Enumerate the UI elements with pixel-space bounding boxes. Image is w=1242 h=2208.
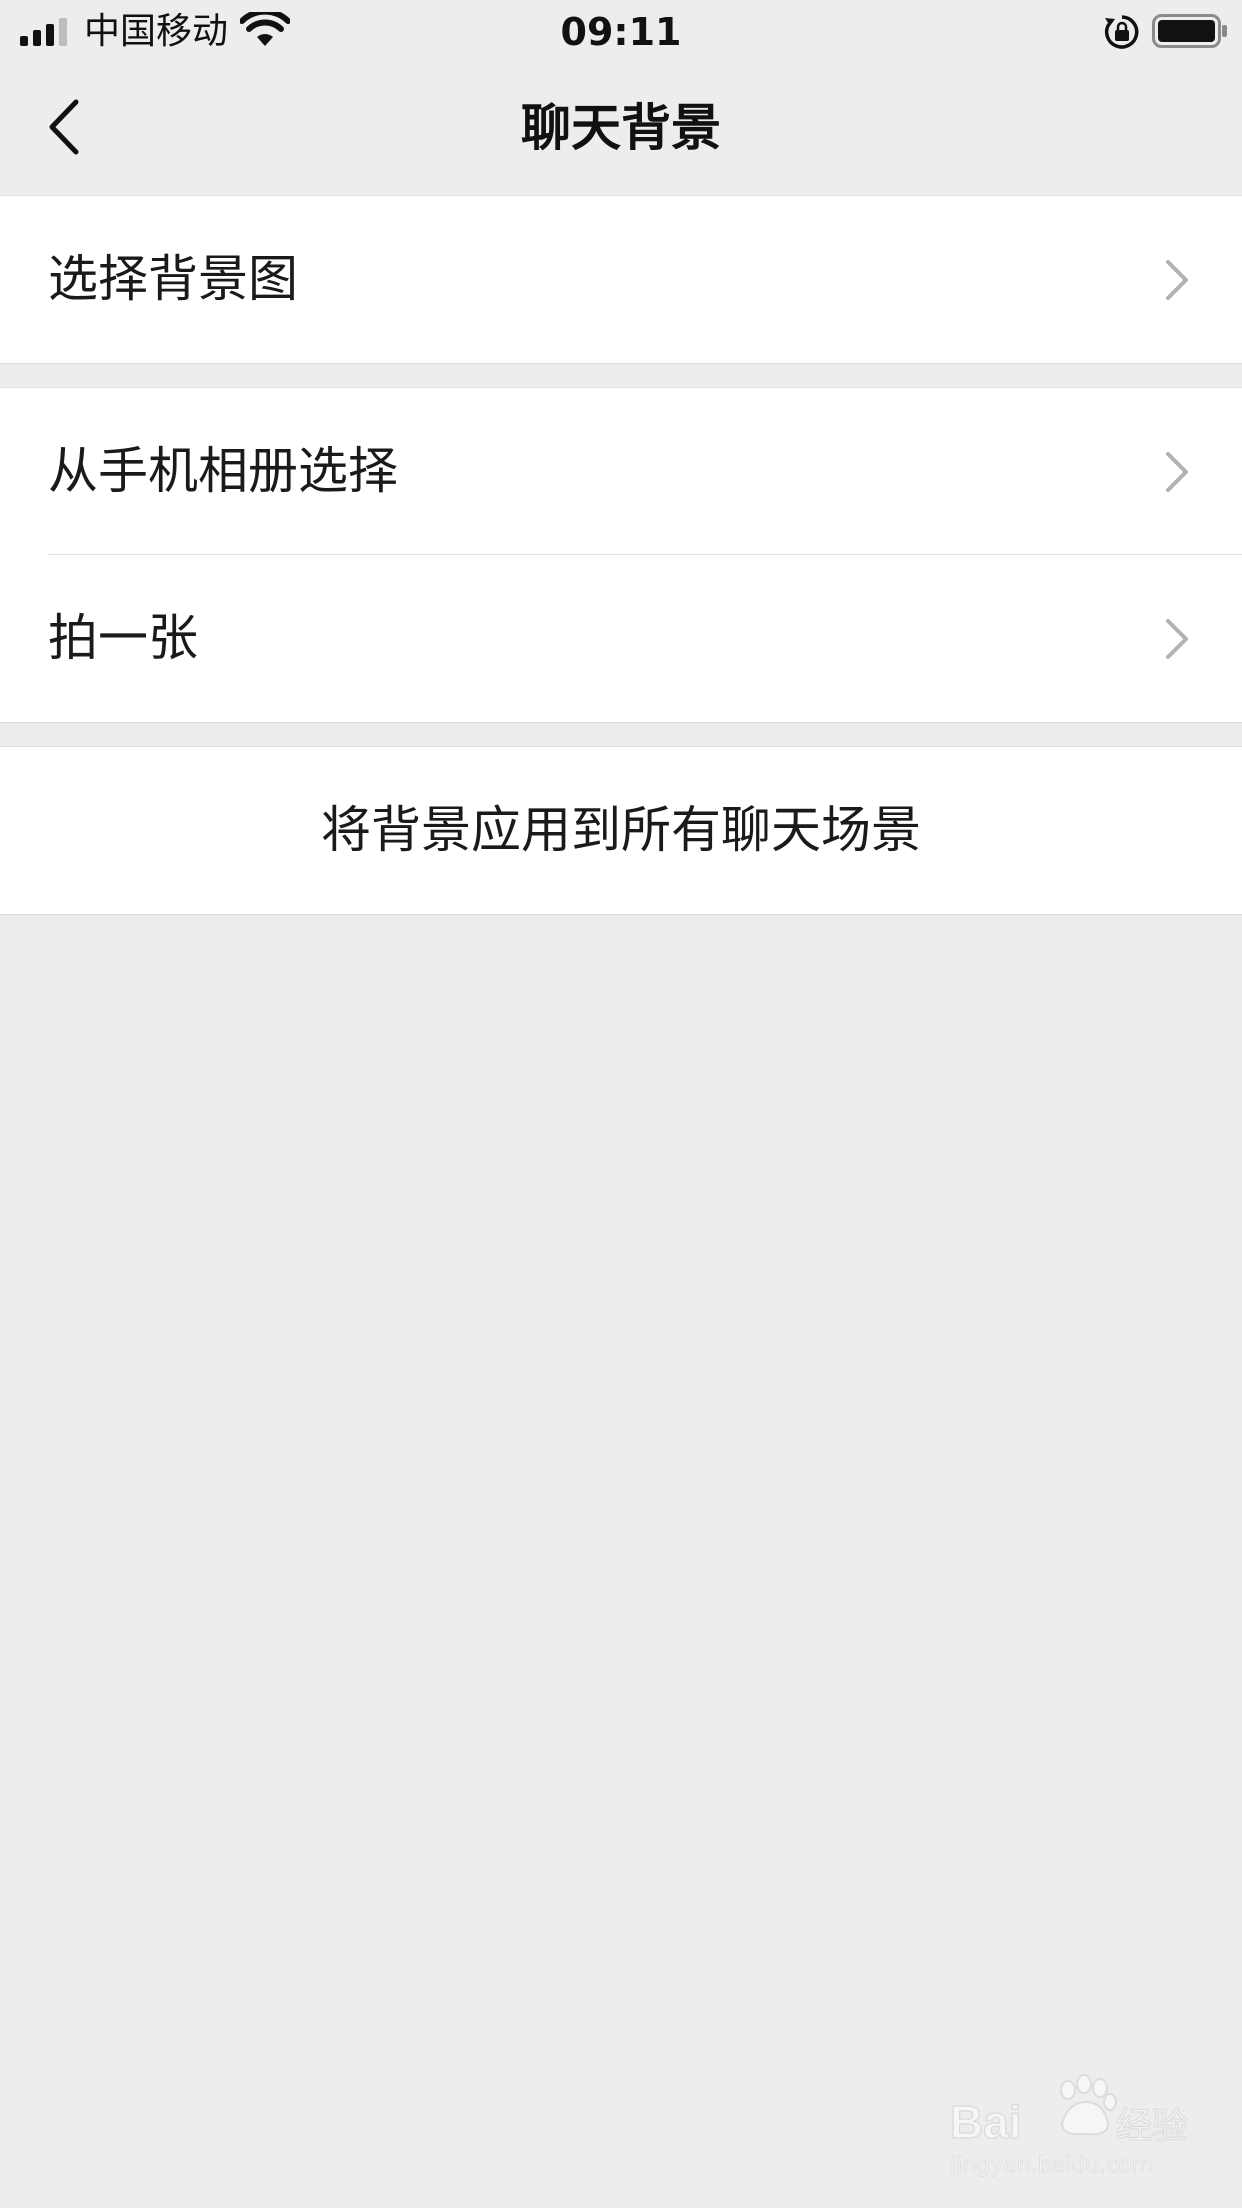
chevron-right-icon [1166, 452, 1188, 492]
chevron-right-icon [1166, 260, 1188, 300]
cell-label: 从手机相册选择 [48, 442, 398, 500]
select-background-image-cell[interactable]: 选择背景图 [0, 196, 1242, 363]
cell-label: 拍一张 [48, 609, 198, 667]
status-bar: 中国移动 09:11 [0, 0, 1242, 62]
choose-from-album-cell[interactable]: 从手机相册选择 [0, 388, 1242, 555]
apply-background-to-all-chats-button[interactable]: 将背景应用到所有聊天场景 [0, 747, 1242, 914]
svg-text:jingyan.baidu.com: jingyan.baidu.com [950, 2153, 1153, 2178]
settings-group-photo-source: 从手机相册选择 拍一张 [0, 387, 1242, 723]
cell-label: 将背景应用到所有聊天场景 [321, 801, 921, 859]
settings-group-apply-all: 将背景应用到所有聊天场景 [0, 746, 1242, 915]
battery-icon [1152, 14, 1227, 48]
chevron-left-icon [49, 99, 79, 155]
back-button[interactable] [30, 92, 100, 162]
baidu-jingyan-watermark: Bai 经验 jingyan.baidu.com [949, 2072, 1190, 2182]
svg-text:Bai: Bai [950, 2096, 1022, 2148]
status-time: 09:11 [560, 10, 682, 54]
settings-group-background-image: 选择背景图 [0, 195, 1242, 364]
rotation-lock-icon [1104, 15, 1139, 49]
watermark-logo-icon: Bai 经验 jingyan.baidu.com [949, 2074, 1189, 2178]
svg-text:经验: 经验 [1116, 2106, 1188, 2147]
page-title: 聊天背景 [521, 99, 721, 157]
cell-label: 选择背景图 [48, 250, 298, 308]
navigation-bar: 聊天背景 [0, 62, 1242, 194]
take-photo-cell[interactable]: 拍一张 [0, 555, 1242, 722]
chevron-right-icon [1166, 619, 1188, 659]
